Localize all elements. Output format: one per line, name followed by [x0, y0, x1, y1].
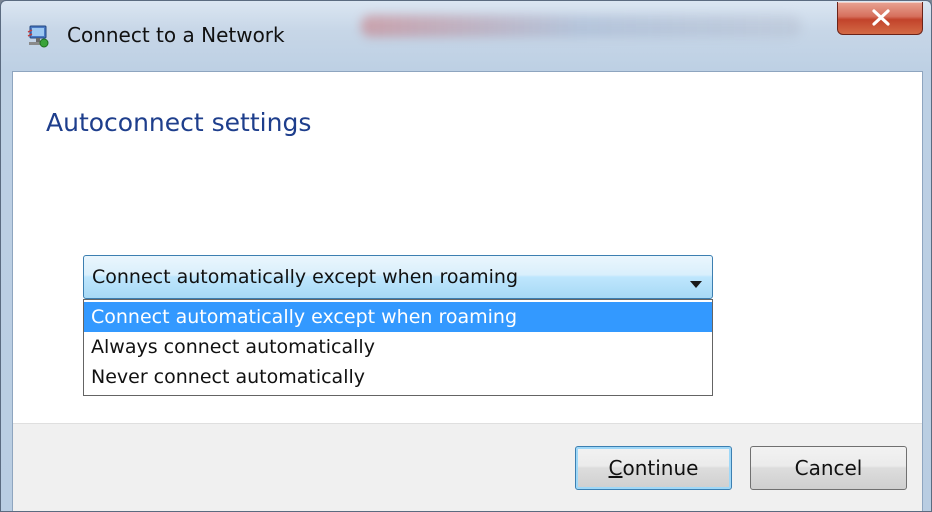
- dialog-content: Autoconnect settings Connect automatical…: [12, 71, 923, 511]
- continue-accelerator: C: [608, 456, 623, 480]
- dialog-window: Connect to a Network Autoconnect setting…: [0, 0, 932, 512]
- continue-button[interactable]: Continue: [575, 446, 732, 490]
- close-button[interactable]: [837, 2, 923, 35]
- dropdown-list: Connect automatically except when roamin…: [83, 299, 713, 396]
- close-icon: [872, 9, 890, 26]
- title-bar[interactable]: Connect to a Network: [1, 1, 931, 71]
- option-never-connect[interactable]: Never connect automatically: [84, 362, 712, 392]
- cancel-button[interactable]: Cancel: [750, 446, 907, 490]
- select-value: Connect automatically except when roamin…: [92, 266, 519, 288]
- window-title: Connect to a Network: [67, 23, 285, 47]
- button-bar: Continue Cancel: [13, 423, 922, 511]
- network-connect-icon: [25, 23, 51, 49]
- background-blur: [361, 15, 801, 37]
- option-connect-except-roaming[interactable]: Connect automatically except when roamin…: [84, 302, 712, 332]
- autoconnect-select[interactable]: Connect automatically except when roamin…: [83, 255, 713, 299]
- chevron-down-icon: [690, 274, 702, 293]
- page-title: Autoconnect settings: [46, 108, 312, 137]
- option-always-connect[interactable]: Always connect automatically: [84, 332, 712, 362]
- continue-label: ontinue: [622, 456, 699, 480]
